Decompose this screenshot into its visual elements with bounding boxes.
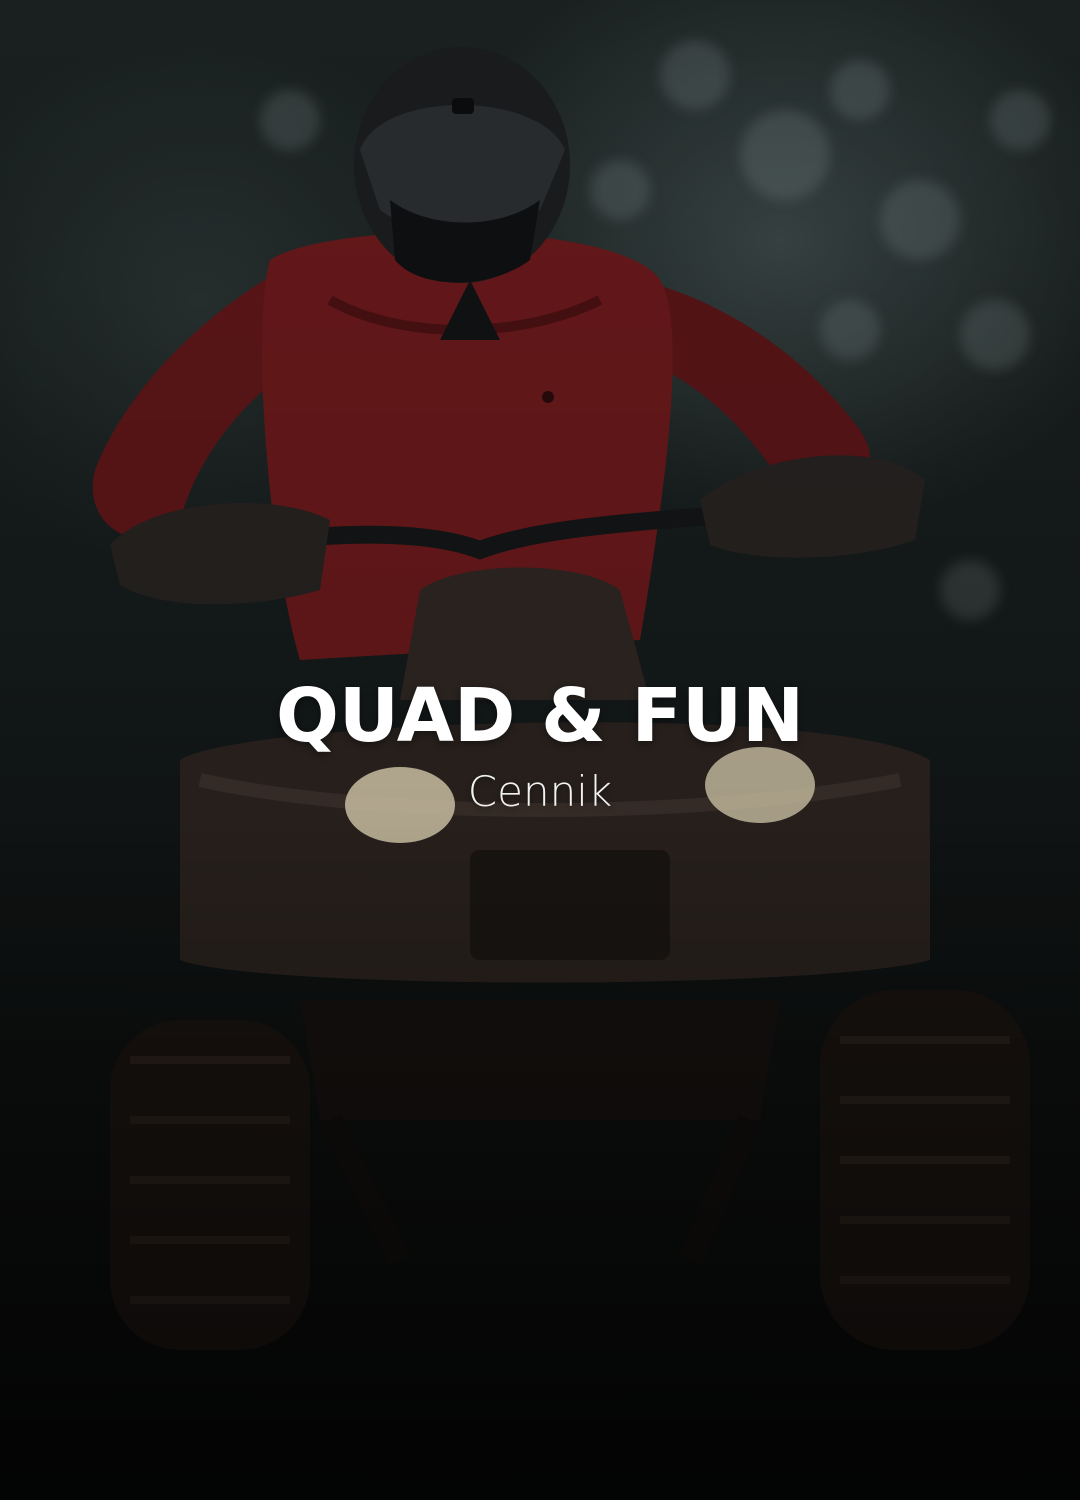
page-title: QUAD & FUN: [275, 673, 805, 759]
hero-banner: QUAD & FUN Cennik: [0, 0, 1080, 1500]
hero-caption: QUAD & FUN Cennik: [0, 668, 1080, 820]
page-subtitle: Cennik: [467, 767, 613, 816]
